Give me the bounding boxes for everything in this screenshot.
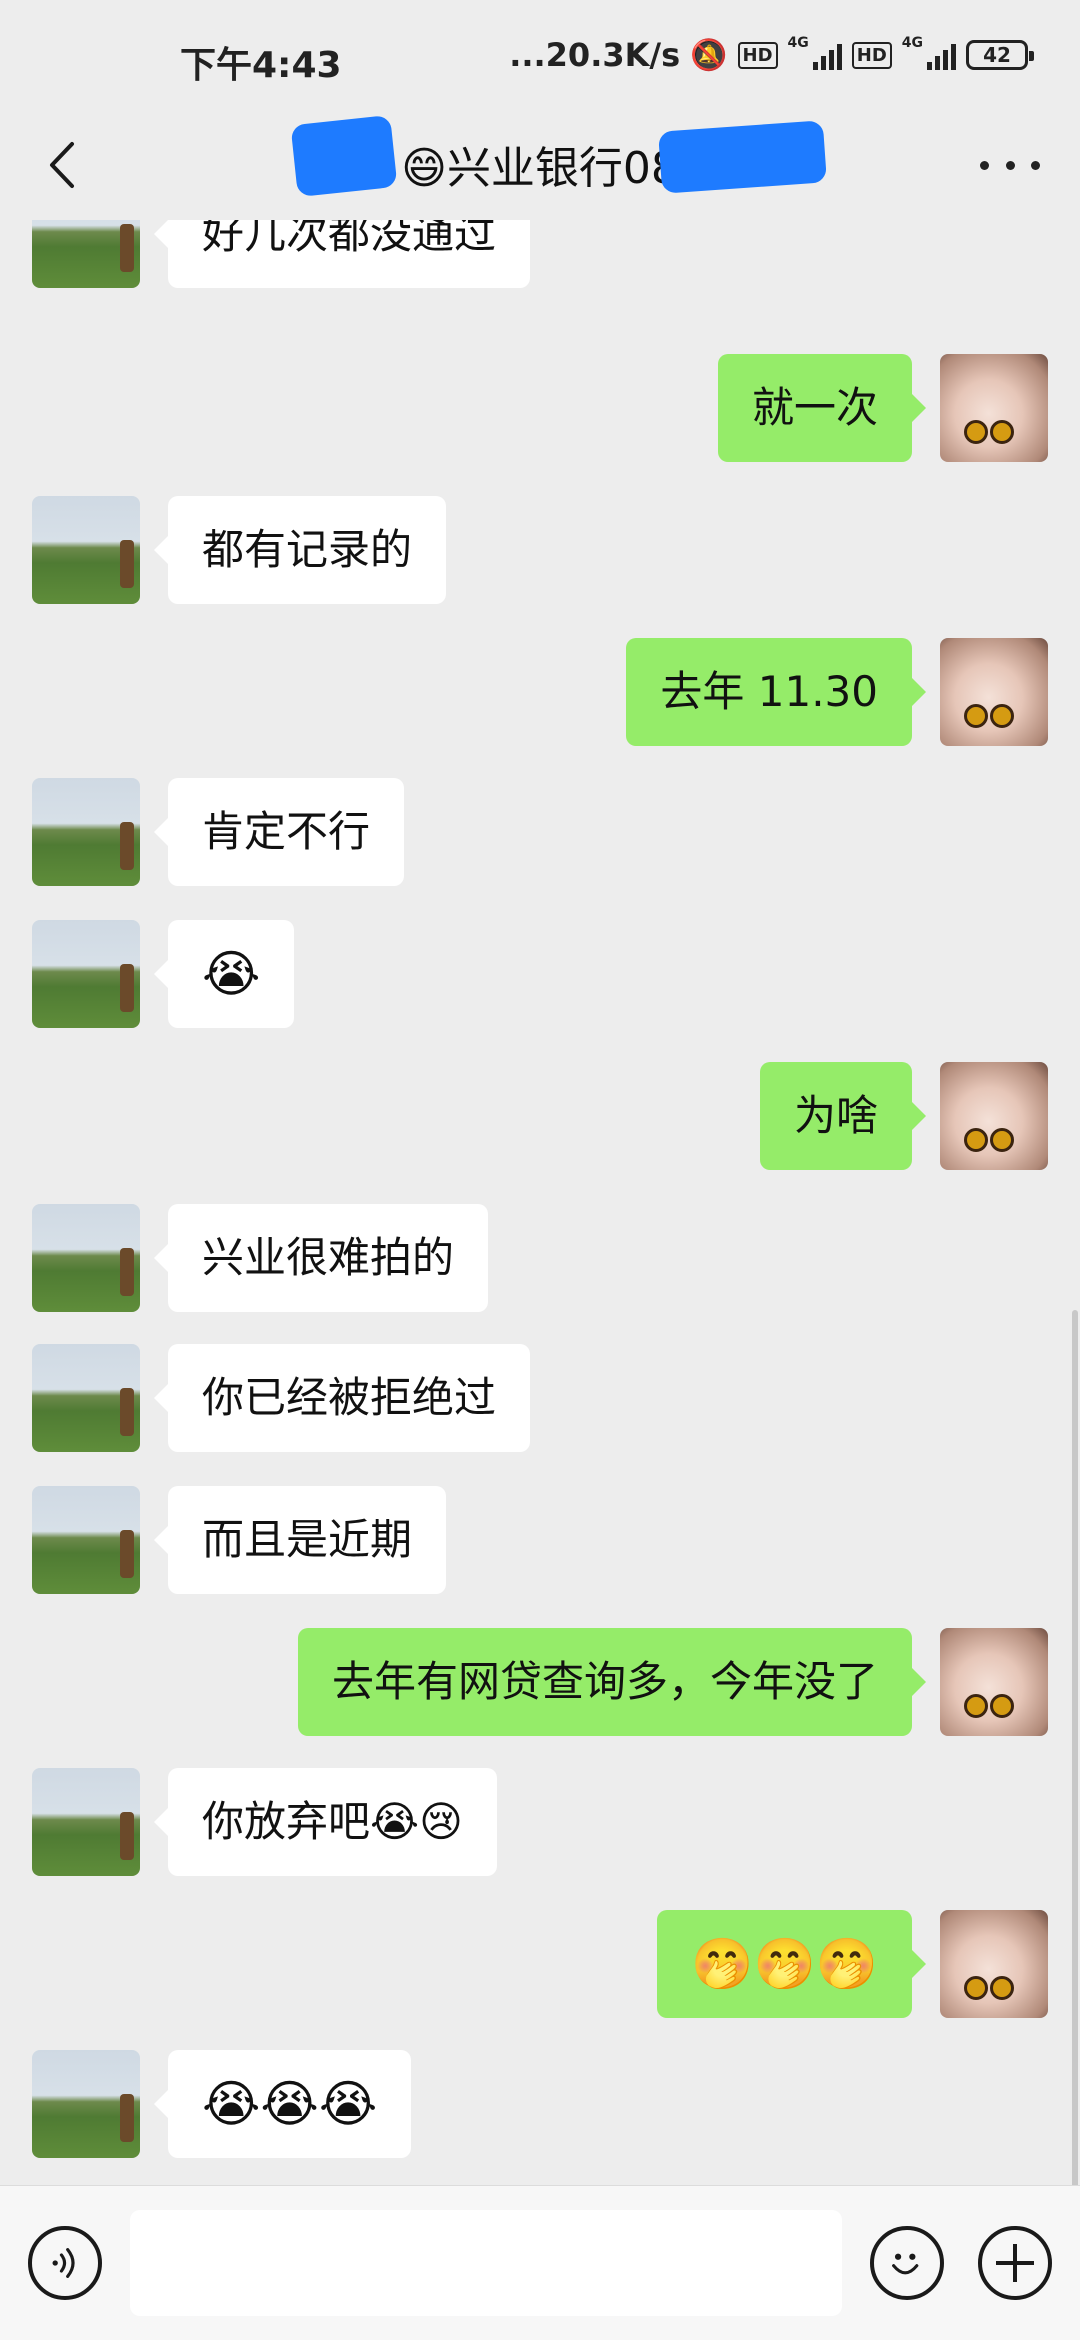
contact-avatar[interactable]: [32, 920, 140, 1028]
contact-avatar[interactable]: [32, 496, 140, 604]
voice-button[interactable]: [28, 2226, 102, 2300]
redaction-mark: [290, 114, 398, 198]
status-bar: 下午4:43 ...20.3K/s 🔕 HD 4G HD 4G 42: [0, 0, 1080, 120]
message-bubble[interactable]: 就一次: [717, 354, 927, 462]
status-time: 下午4:43: [180, 45, 342, 86]
self-avatar[interactable]: [940, 1062, 1048, 1170]
chat-title: 😄兴业银行08: [0, 132, 1080, 196]
more-dots-icon: [980, 160, 989, 170]
message-bubble[interactable]: 😭😭😭: [153, 2050, 412, 2158]
message-bubble[interactable]: 兴业很难拍的: [153, 1204, 489, 1312]
message-bubble[interactable]: 肯定不行: [153, 778, 405, 886]
more-button[interactable]: [980, 150, 1040, 180]
chat-header: 😄兴业银行08: [0, 110, 1080, 220]
contact-avatar[interactable]: [32, 1204, 140, 1312]
message-bubble[interactable]: 去年有网贷查询多，今年没了: [297, 1628, 927, 1736]
message-bubble[interactable]: 而且是近期: [153, 1486, 447, 1594]
input-bar: [0, 2185, 1080, 2340]
message-bubble[interactable]: 去年 11.30: [626, 638, 926, 746]
emoji-icon: [892, 2253, 919, 2275]
bell-muted-icon: 🔕: [690, 37, 728, 73]
message-input[interactable]: [130, 2210, 842, 2316]
title-emoji: 😄: [401, 143, 447, 194]
contact-avatar[interactable]: [32, 1768, 140, 1876]
network-type-2: 4G: [901, 35, 923, 51]
contact-avatar[interactable]: [32, 220, 140, 288]
redaction-mark: [658, 120, 827, 194]
network-type: 4G: [787, 35, 809, 51]
self-avatar[interactable]: [940, 638, 1048, 746]
contact-avatar[interactable]: [32, 1486, 140, 1594]
message-bubble[interactable]: 你放弃吧😭😢: [154, 1768, 497, 1876]
more-dots-icon: [1031, 160, 1040, 170]
message-bubble[interactable]: 🤭🤭🤭: [657, 1910, 926, 2018]
message-bubble[interactable]: 好几次都没通过: [153, 220, 531, 288]
self-avatar[interactable]: [940, 1910, 1048, 2018]
contact-avatar[interactable]: [32, 1344, 140, 1452]
title-text: 兴业银行08: [446, 143, 679, 194]
message-bubble[interactable]: 😭: [153, 920, 295, 1028]
self-avatar[interactable]: [940, 1628, 1048, 1736]
self-avatar[interactable]: [940, 354, 1048, 462]
contact-avatar[interactable]: [32, 778, 140, 886]
plus-button[interactable]: [978, 2226, 1052, 2300]
message-bubble[interactable]: 你已经被拒绝过: [153, 1344, 531, 1452]
signal-icon-2: [927, 40, 956, 70]
message-list[interactable]: 好几次都没通过 就一次 都有记录的 去年 11.30 肯定不行 😭 为啥 兴业很…: [0, 220, 1080, 2185]
message-bubble[interactable]: 都有记录的: [153, 496, 447, 604]
battery-icon: 42: [966, 40, 1034, 70]
more-dots-icon: [1005, 160, 1015, 170]
contact-avatar[interactable]: [32, 2050, 140, 2158]
hd-badge-2: HD: [851, 41, 892, 69]
hd-badge: HD: [737, 41, 778, 69]
voice-icon: [52, 2248, 75, 2278]
signal-icon: [812, 40, 842, 70]
message-bubble[interactable]: 为啥: [759, 1062, 927, 1170]
network-speed: ...20.3K/s: [509, 36, 681, 74]
scrollbar[interactable]: [1072, 1310, 1078, 2185]
status-icons: ...20.3K/s 🔕 HD 4G HD 4G 42: [509, 35, 1034, 74]
emoji-button[interactable]: [870, 2226, 944, 2300]
